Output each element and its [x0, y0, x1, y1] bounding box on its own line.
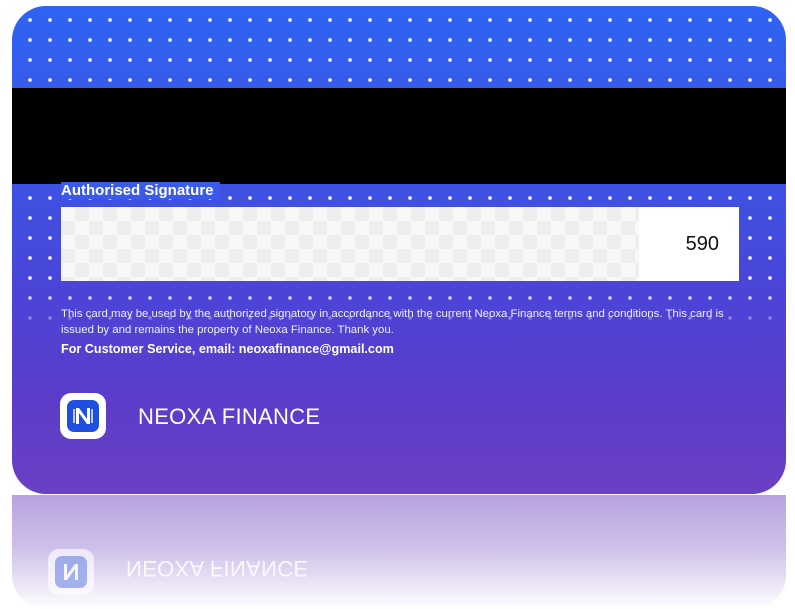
signature-label: Authorised Signature — [61, 182, 220, 199]
magnetic-stripe — [12, 88, 786, 184]
terms-text: This card may be used by the authorized … — [61, 308, 724, 336]
customer-service-text: For Customer Service, email: neoxafinanc… — [61, 342, 394, 356]
reflected-brand-name: NEOXA FINANCE — [126, 556, 309, 581]
card-reflection: NEOXA FINANCE — [12, 495, 786, 609]
dot-pattern-top — [12, 6, 786, 86]
logo-n-glyph — [73, 408, 93, 424]
card-back: Authorised Signature 590 This card may b… — [12, 6, 786, 494]
reflected-logo-badge — [55, 556, 87, 588]
cvv-box: 590 — [639, 207, 739, 281]
neoxa-n-logo-icon — [60, 393, 106, 439]
reflected-n-glyph — [64, 564, 78, 580]
brand-name: NEOXA FINANCE — [138, 404, 321, 429]
signature-strip — [61, 207, 639, 281]
cvv-value: 590 — [685, 232, 719, 255]
logo-badge — [67, 400, 99, 432]
reflected-logo-icon — [48, 549, 94, 595]
